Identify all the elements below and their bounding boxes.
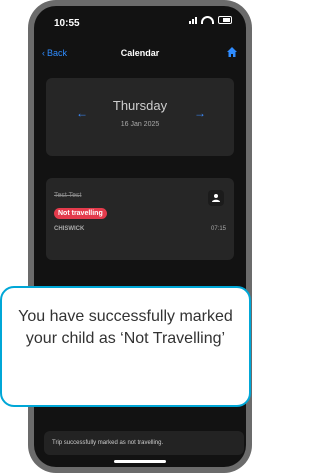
status-icons [189, 16, 232, 24]
child-name: Test Test [54, 192, 82, 199]
toast-message: Trip successfully marked as not travelli… [44, 431, 244, 455]
day-date: 16 Jan 2025 [120, 121, 160, 128]
status-badge: Not travelling [54, 208, 107, 219]
day-selector-card: ← Thursday 16 Jan 2025 → [46, 78, 234, 156]
callout-message: You have successfully marked your child … [18, 308, 233, 347]
top-navigation: ‹ Back Calendar [34, 40, 246, 66]
person-add-button[interactable] [208, 190, 224, 206]
wifi-icon [201, 16, 214, 24]
callout-overlay: You have successfully marked your child … [0, 286, 251, 407]
person-add-icon [212, 194, 220, 202]
status-time: 10:55 [54, 18, 80, 29]
trip-time: 07:15 [210, 226, 226, 232]
page-title: Calendar [120, 48, 160, 58]
signal-icon [189, 16, 197, 24]
arrow-right-icon[interactable]: → [194, 106, 206, 120]
battery-icon [218, 16, 232, 24]
route-name: CHISWICK [54, 226, 85, 232]
trip-card[interactable]: Test Test Not travelling CHISWICK 07:15 [46, 178, 234, 260]
status-bar: 10:55 [34, 6, 246, 36]
home-indicator [114, 460, 166, 463]
home-icon[interactable] [226, 46, 238, 58]
